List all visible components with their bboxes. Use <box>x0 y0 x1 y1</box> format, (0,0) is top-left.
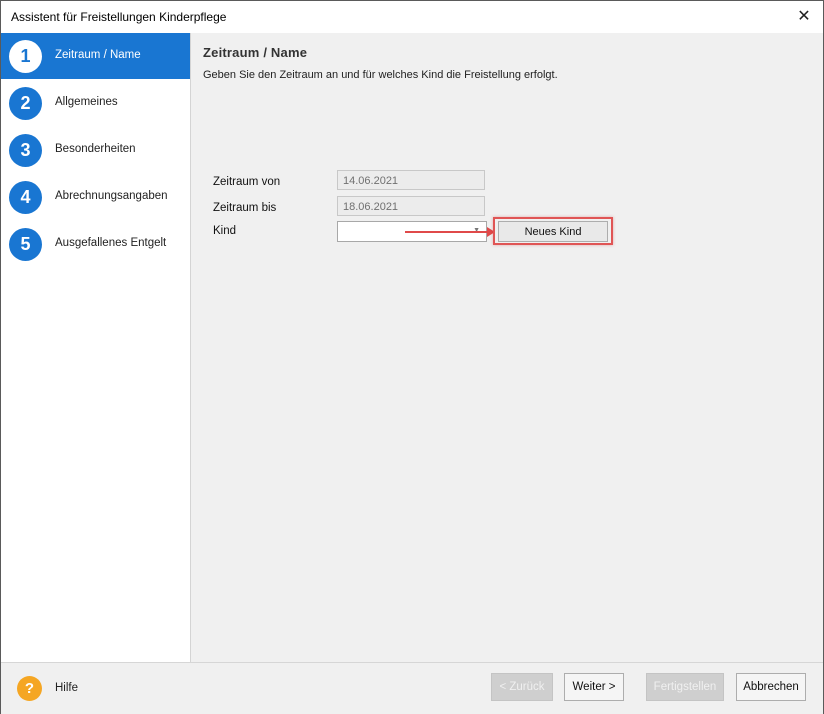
help-icon[interactable]: ? <box>17 676 42 701</box>
cancel-button[interactable]: Abbrechen <box>736 673 806 701</box>
wizard-window: Assistent für Freistellungen Kinderpfleg… <box>0 0 824 714</box>
close-icon[interactable]: ✕ <box>791 4 817 30</box>
step-number-badge: 5 <box>9 228 42 261</box>
step-zeitraum-name[interactable]: 1 Zeitraum / Name <box>1 33 190 79</box>
zeitraum-bis-field[interactable]: 18.06.2021 <box>337 196 485 216</box>
zeitraum-von-label: Zeitraum von <box>213 176 281 188</box>
step-label: Abrechnungsangaben <box>55 190 168 202</box>
window-title: Assistent für Freistellungen Kinderpfleg… <box>11 10 227 24</box>
zeitraum-von-field[interactable]: 14.06.2021 <box>337 170 485 190</box>
back-button[interactable]: < Zurück <box>491 673 553 701</box>
neues-kind-button[interactable]: Neues Kind <box>498 221 608 242</box>
step-label: Zeitraum / Name <box>55 49 141 61</box>
step-ausgefallenes-entgelt[interactable]: 5 Ausgefallenes Entgelt <box>1 221 190 267</box>
kind-label: Kind <box>213 225 237 237</box>
step-number-badge: 1 <box>9 40 42 73</box>
wizard-steps-sidebar: 1 Zeitraum / Name 2 Allgemeines 3 Besond… <box>1 33 191 662</box>
step-besonderheiten[interactable]: 3 Besonderheiten <box>1 127 190 173</box>
step-number-badge: 4 <box>9 181 42 214</box>
step-number-badge: 2 <box>9 87 42 120</box>
zeitraum-bis-label: Zeitraum bis <box>213 202 277 214</box>
page-description: Geben Sie den Zeitraum an und für welche… <box>203 69 558 81</box>
step-abrechnungsangaben[interactable]: 4 Abrechnungsangaben <box>1 174 190 220</box>
finish-button[interactable]: Fertigstellen <box>646 673 724 701</box>
main-panel: Zeitraum / Name Geben Sie den Zeitraum a… <box>191 33 823 662</box>
help-label[interactable]: Hilfe <box>55 682 78 694</box>
footer-bar: ? Hilfe < Zurück Weiter > Fertigstellen … <box>1 662 823 714</box>
step-label: Ausgefallenes Entgelt <box>55 237 167 249</box>
step-label: Allgemeines <box>55 96 118 108</box>
step-number-badge: 3 <box>9 134 42 167</box>
title-bar: Assistent für Freistellungen Kinderpfleg… <box>1 1 823 33</box>
step-label: Besonderheiten <box>55 143 136 155</box>
next-button[interactable]: Weiter > <box>564 673 624 701</box>
step-allgemeines[interactable]: 2 Allgemeines <box>1 80 190 126</box>
annotation-arrow-line <box>405 231 487 233</box>
page-title: Zeitraum / Name <box>203 45 308 60</box>
